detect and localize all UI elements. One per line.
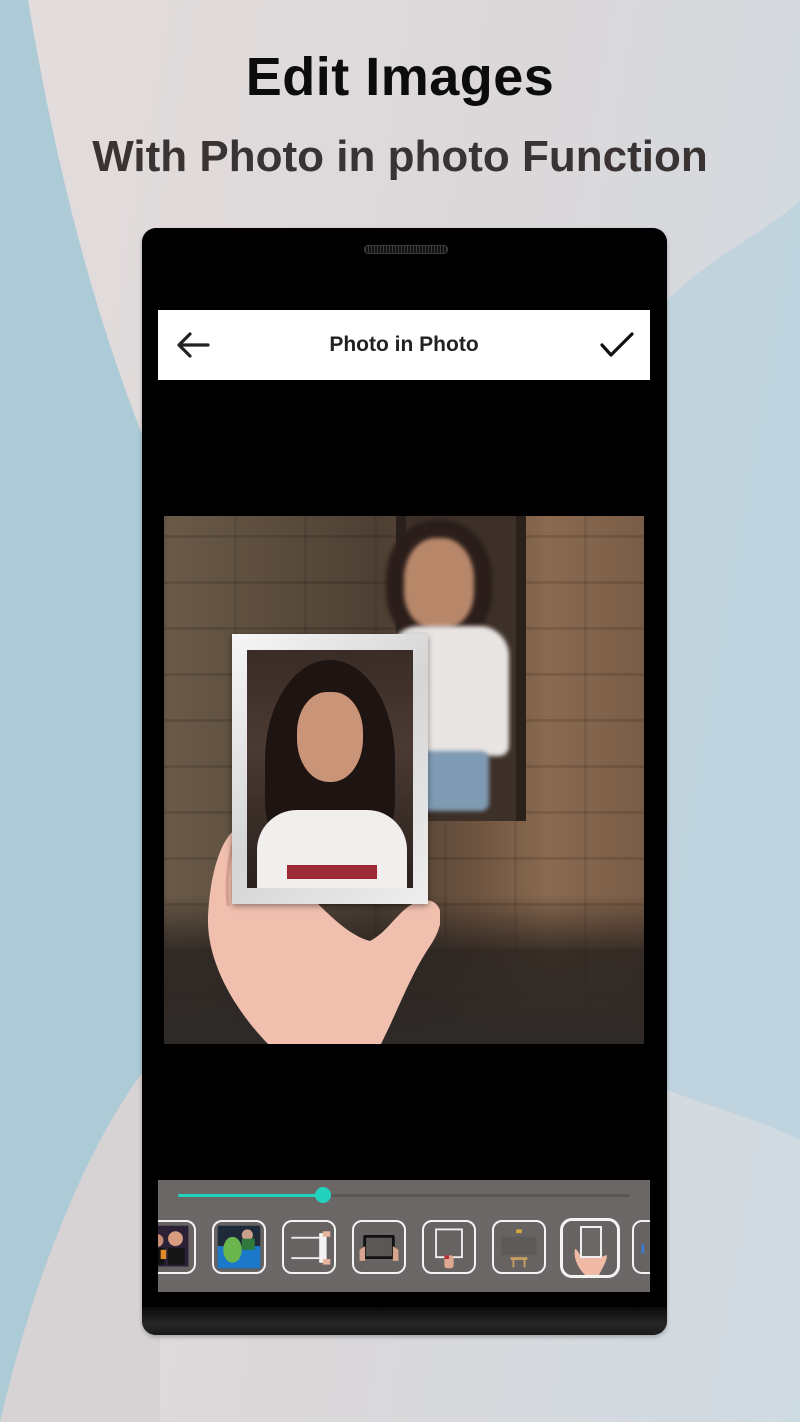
framed-person-face	[297, 692, 363, 782]
slider-thumb[interactable]	[314, 1187, 331, 1203]
phone-mockup: Photo in Photo	[142, 228, 667, 1335]
checkmark-icon	[600, 332, 634, 357]
background-person-head	[404, 538, 474, 628]
hand-holding-frame-icon	[435, 1228, 463, 1269]
promo-headline: Edit Images	[245, 47, 555, 107]
frame-thumb-hanging-scroll[interactable]	[282, 1220, 336, 1274]
frame-thumb-more[interactable]	[632, 1220, 650, 1274]
framed-shirt-logo	[287, 865, 377, 879]
screen-title: Photo in Photo	[329, 333, 479, 356]
frame-size-slider[interactable]	[178, 1186, 630, 1204]
phone-speaker	[364, 245, 448, 254]
palm-holding-frame-icon	[574, 1226, 607, 1275]
more-frame-icon	[641, 1244, 645, 1254]
tablet-in-hands-icon	[359, 1234, 399, 1261]
frame-thumbnails-strip[interactable]	[158, 1218, 650, 1280]
slider-fill	[178, 1194, 323, 1197]
frame-thumb-glass-water[interactable]	[212, 1220, 266, 1274]
frame-thumb-easel[interactable]	[492, 1220, 546, 1274]
phone-bottom-bezel	[142, 1307, 667, 1335]
arrow-left-icon	[177, 332, 210, 358]
glass-in-water-icon	[217, 1225, 261, 1269]
editor-canvas[interactable]	[164, 516, 644, 1044]
frame-thumb-tablet-hands[interactable]	[352, 1220, 406, 1274]
framed-photo	[247, 650, 413, 888]
frame-thumb-palm-holding[interactable]	[560, 1218, 620, 1278]
done-button[interactable]	[598, 327, 636, 363]
hanging-scroll-icon	[291, 1231, 331, 1265]
promo-subheadline: With Photo in photo Function	[92, 132, 708, 181]
frame-thumb-party[interactable]	[158, 1220, 196, 1274]
easel-canvas-icon	[501, 1229, 537, 1268]
photo-frame-overlay[interactable]	[232, 634, 428, 904]
app-bar: Photo in Photo	[158, 310, 650, 380]
back-button[interactable]	[174, 327, 212, 363]
tool-panel	[158, 1180, 650, 1292]
party-collage-icon	[158, 1225, 189, 1267]
frame-thumb-hand-holding[interactable]	[422, 1220, 476, 1274]
